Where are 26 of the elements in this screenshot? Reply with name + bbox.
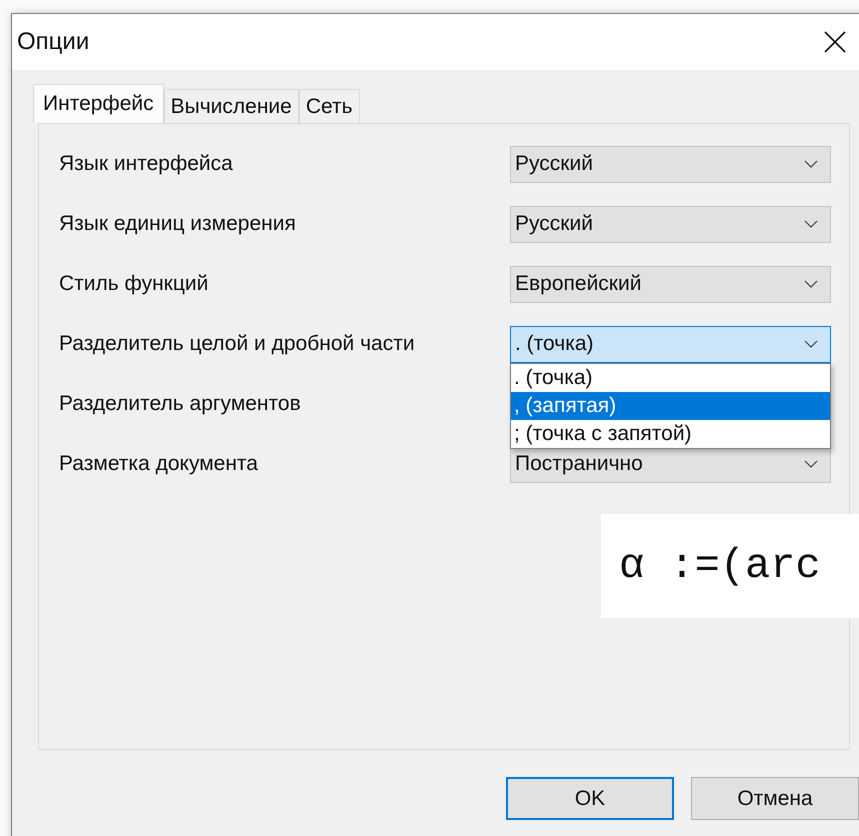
chevron-icon bbox=[804, 220, 818, 228]
setting-label: Стиль функций bbox=[59, 272, 210, 296]
tab[interactable]: Сеть bbox=[298, 89, 360, 123]
tab[interactable]: Интерфейс bbox=[33, 84, 164, 123]
setting-label: Язык единиц измерения bbox=[59, 212, 297, 236]
dropdown-option[interactable]: . (точка) bbox=[511, 364, 830, 392]
setting-label: Разметка документа bbox=[59, 452, 259, 476]
chevron-icon bbox=[804, 460, 818, 468]
dropdown-field[interactable]: Русский bbox=[510, 146, 831, 182]
dialog-button[interactable]: OK bbox=[506, 777, 674, 820]
formula-text: α :=(arc bbox=[619, 542, 821, 590]
dropdown-field[interactable]: . (точка) bbox=[510, 326, 831, 362]
close-icon[interactable] bbox=[823, 30, 847, 54]
dropdown-option[interactable]: ; (точка с запятой) bbox=[511, 420, 830, 448]
dropdown-field[interactable]: Европейский bbox=[510, 266, 831, 302]
tab[interactable]: Вычисление bbox=[164, 89, 299, 123]
dialog-button[interactable]: Отмена bbox=[691, 777, 859, 820]
chevron-icon bbox=[804, 280, 818, 288]
chevron-icon bbox=[804, 340, 818, 348]
window-title: Опции bbox=[17, 28, 90, 56]
dropdown-field[interactable]: Русский bbox=[510, 206, 831, 242]
chevron-icon bbox=[804, 160, 818, 168]
setting-label: Разделитель аргументов bbox=[59, 392, 302, 416]
setting-label: Язык интерфейса bbox=[59, 152, 234, 176]
dropdown-option[interactable]: , (запятая) bbox=[511, 392, 830, 420]
setting-label: Разделитель целой и дробной части bbox=[59, 332, 416, 356]
